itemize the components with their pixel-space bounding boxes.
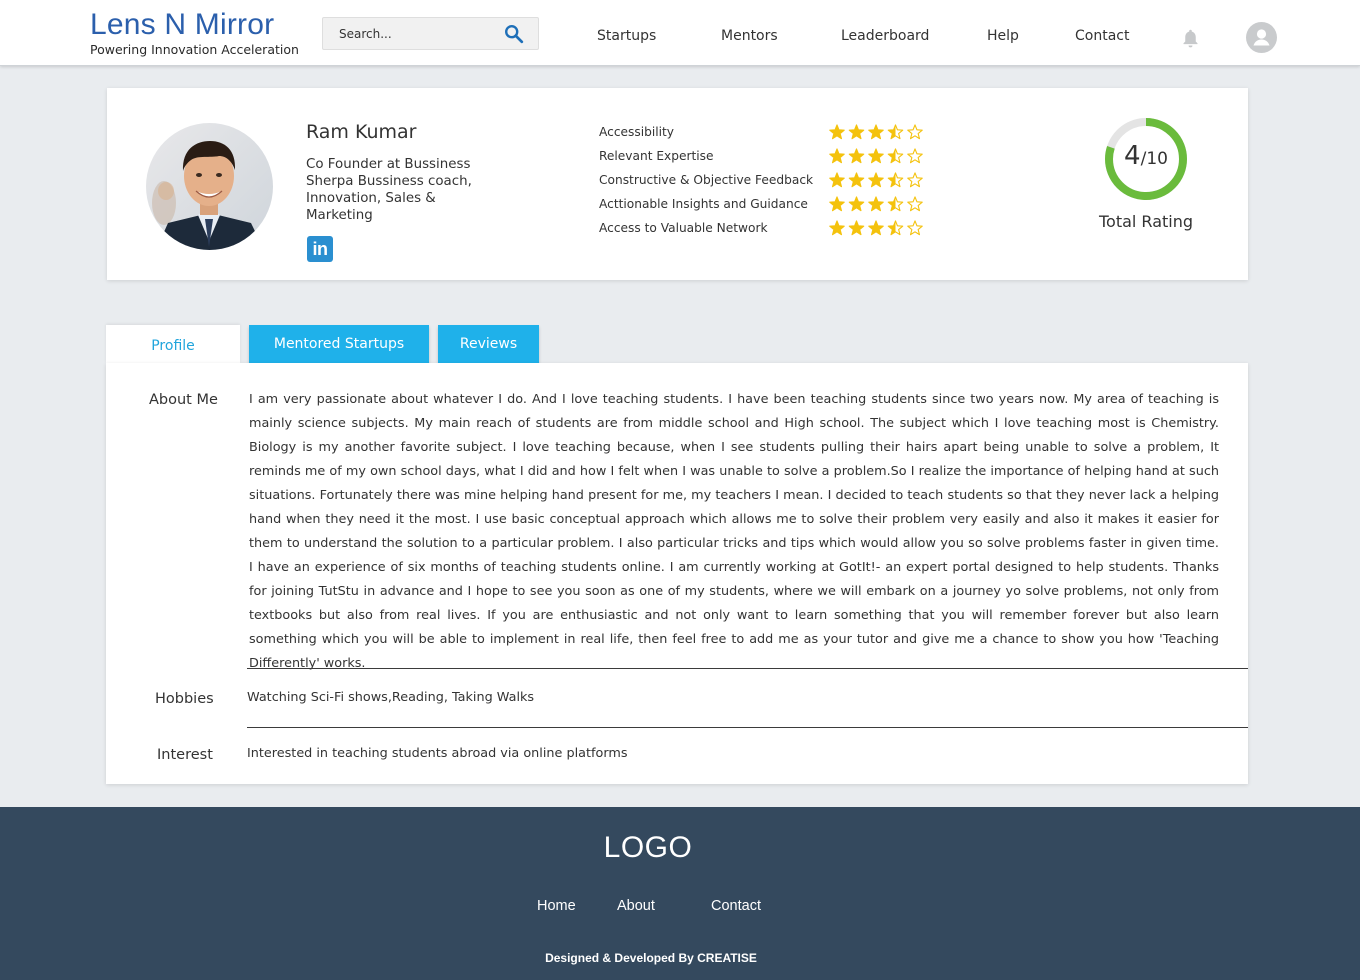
star-full-icon <box>868 196 884 212</box>
brand-tagline: Powering Innovation Acceleration <box>90 42 299 57</box>
user-avatar-icon[interactable] <box>1246 22 1277 53</box>
mentor-photo <box>146 123 273 250</box>
footer-logo[interactable]: LOGO <box>0 831 1296 865</box>
search-box <box>322 17 539 50</box>
star-full-icon <box>829 220 845 236</box>
criterion-label: Accessibility <box>599 125 674 139</box>
star-empty-icon <box>907 172 923 188</box>
star-empty-icon <box>907 196 923 212</box>
mentor-name: Ram Kumar <box>306 121 417 143</box>
stars-svg <box>829 220 923 236</box>
nav-help[interactable]: Help <box>987 28 1019 44</box>
interest-label: Interest <box>157 747 213 763</box>
linkedin-icon[interactable]: in <box>307 236 333 262</box>
star-empty-icon <box>907 220 923 236</box>
about-me-label: About Me <box>149 392 218 408</box>
interest-text: Interested in teaching students abroad v… <box>247 746 628 761</box>
stars-svg <box>829 196 923 212</box>
footer-credit: Designed & Developed By CREATISE <box>545 951 757 965</box>
criterion-label: Access to Valuable Network <box>599 221 768 235</box>
star-half-icon <box>887 220 904 236</box>
footer-link-contact[interactable]: Contact <box>711 898 761 914</box>
star-rating <box>829 195 929 213</box>
rating-score: 4 <box>1124 141 1141 171</box>
tab-profile[interactable]: Profile <box>106 325 240 363</box>
search-icon[interactable] <box>503 23 525 45</box>
stars-svg <box>829 172 923 188</box>
hobbies-text: Watching Sci-Fi shows,Reading, Taking Wa… <box>247 690 535 705</box>
nav-contact[interactable]: Contact <box>1075 28 1129 44</box>
star-half-icon <box>887 172 904 188</box>
footer-link-about[interactable]: About <box>617 898 655 914</box>
star-full-icon <box>868 220 884 236</box>
star-full-icon <box>829 148 845 164</box>
footer: LOGO Home About Contact Designed & Devel… <box>0 807 1360 980</box>
star-full-icon <box>829 124 845 140</box>
star-full-icon <box>848 124 865 140</box>
star-full-icon <box>848 196 865 212</box>
criterion-label: Constructive & Objective Feedback <box>599 173 814 187</box>
star-rating <box>829 147 929 165</box>
criterion-label: Relevant Expertise <box>599 149 714 163</box>
tab-mentored-startups[interactable]: Mentored Startups <box>249 325 429 363</box>
nav-startups[interactable]: Startups <box>597 28 656 44</box>
search-input[interactable] <box>323 18 498 49</box>
about-me-text: I am very passionate about whatever I do… <box>249 392 1219 671</box>
star-full-icon <box>848 148 865 164</box>
top-header: Lens N Mirror Powering Innovation Accele… <box>0 0 1360 66</box>
profile-tab-panel: About Me I am very passionate about what… <box>106 363 1248 784</box>
nav-leaderboard[interactable]: Leaderboard <box>841 28 929 44</box>
section-divider <box>247 668 1248 669</box>
star-rating <box>829 123 929 141</box>
star-half-icon <box>887 148 904 164</box>
star-half-icon <box>887 124 904 140</box>
section-divider <box>247 727 1248 728</box>
star-empty-icon <box>907 148 923 164</box>
star-full-icon <box>829 196 845 212</box>
star-full-icon <box>829 172 845 188</box>
brand[interactable]: Lens N Mirror Powering Innovation Accele… <box>90 9 299 58</box>
total-rating-value: 4/10 <box>1102 141 1190 171</box>
hobbies-label: Hobbies <box>155 691 214 707</box>
total-rating-label: Total Rating <box>1098 212 1194 231</box>
star-full-icon <box>868 124 884 140</box>
rating-max: /10 <box>1140 149 1168 169</box>
tab-reviews[interactable]: Reviews <box>438 325 539 363</box>
footer-link-home[interactable]: Home <box>537 898 576 914</box>
mentor-role: Co Founder at Bussiness Sherpa Bussiness… <box>306 157 472 223</box>
star-half-icon <box>887 196 904 212</box>
criterion-label: Acttionable Insights and Guidance <box>599 197 808 211</box>
mentor-summary-card: Ram Kumar Co Founder at Bussiness Sherpa… <box>107 88 1248 280</box>
star-empty-icon <box>907 124 923 140</box>
star-full-icon <box>848 220 865 236</box>
star-rating <box>829 171 929 189</box>
nav-mentors[interactable]: Mentors <box>721 28 778 44</box>
stars-svg <box>829 124 923 140</box>
bell-icon[interactable] <box>1180 27 1201 49</box>
star-rating <box>829 219 929 237</box>
star-full-icon <box>848 172 865 188</box>
star-full-icon <box>868 172 884 188</box>
star-full-icon <box>868 148 884 164</box>
brand-title[interactable]: Lens N Mirror <box>90 9 299 41</box>
stars-svg <box>829 148 923 164</box>
